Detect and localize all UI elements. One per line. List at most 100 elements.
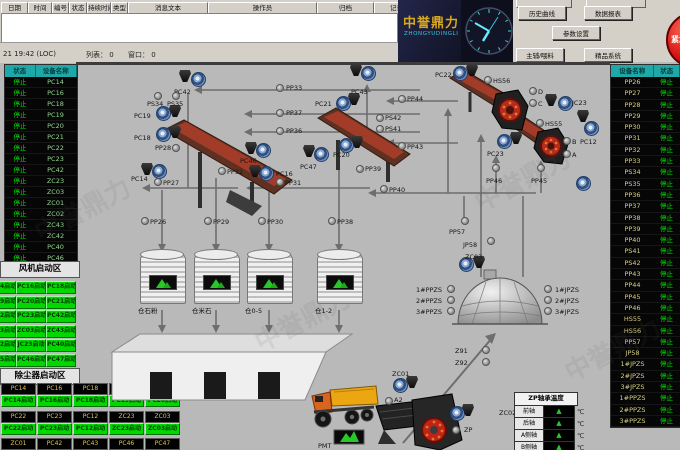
device-label-PC14: PC14 <box>131 175 148 183</box>
silo-window <box>256 275 284 290</box>
indicator-dot[interactable] <box>276 127 284 135</box>
indicator-dot[interactable] <box>537 164 545 172</box>
fan-icon[interactable] <box>497 134 512 149</box>
indicator-dot[interactable] <box>172 144 180 152</box>
indicator-dot[interactable] <box>276 84 284 92</box>
dump-truck <box>312 386 378 427</box>
silo-2 <box>194 252 240 304</box>
material-level-icon <box>270 282 278 288</box>
silo-window <box>149 275 177 290</box>
indicator-dot[interactable] <box>376 125 384 133</box>
indicator-dot[interactable] <box>452 426 460 434</box>
fan-icon[interactable] <box>453 66 468 81</box>
device-label-Z92: Z92 <box>455 359 468 367</box>
fan-icon[interactable] <box>558 96 573 111</box>
temp-row-label: 后轴 <box>514 418 544 430</box>
device-label-PP29: PP29 <box>213 218 229 226</box>
device-label-PP31: PP31 <box>285 179 301 187</box>
device-label-ZC01: ZC01 <box>392 370 409 378</box>
indicator-dot[interactable] <box>172 92 180 100</box>
fan-icon[interactable] <box>361 66 376 81</box>
material-box <box>334 430 364 444</box>
indicator-dot[interactable] <box>484 76 492 84</box>
indicator-dot[interactable] <box>398 95 406 103</box>
device-label-PP39: PP39 <box>365 165 381 173</box>
device-label-PP27: PP27 <box>163 179 179 187</box>
indicator-dot[interactable] <box>536 119 544 127</box>
device-label-PP36: PP36 <box>286 127 302 135</box>
indicator-dot[interactable] <box>563 137 571 145</box>
indicator-dot[interactable] <box>328 217 336 225</box>
fan-icon[interactable] <box>584 121 599 136</box>
indicator-dot[interactable] <box>544 296 552 304</box>
indicator-dot[interactable] <box>529 87 537 95</box>
indicator-dot[interactable] <box>276 109 284 117</box>
device-label-PP38: PP38 <box>337 218 353 226</box>
device-label-PC19: PC19 <box>134 112 151 120</box>
indicator-dot[interactable] <box>276 178 284 186</box>
indicator-dot[interactable] <box>482 358 490 366</box>
indicator-dot[interactable] <box>544 307 552 315</box>
indicator-dot[interactable] <box>563 150 571 158</box>
indicator-dot[interactable] <box>258 217 266 225</box>
fan-icon[interactable] <box>256 143 271 158</box>
device-label-PC47: PC47 <box>300 163 317 171</box>
indicator-dot[interactable] <box>544 285 552 293</box>
fan-icon[interactable] <box>314 147 329 162</box>
device-label-ZC03: ZC03 <box>465 253 482 261</box>
indicator-dot[interactable] <box>154 178 162 186</box>
indicator-dot[interactable] <box>447 296 455 304</box>
indicator-dot[interactable] <box>356 165 364 173</box>
temp-unit: ℃ <box>575 406 584 418</box>
indicator-dot[interactable] <box>487 237 495 245</box>
dome-storage <box>452 270 548 324</box>
device-label-PP26: PP26 <box>150 218 166 226</box>
fan-icon[interactable] <box>336 96 351 111</box>
indicator-dot[interactable] <box>398 142 406 150</box>
silo-3 <box>247 252 293 304</box>
device-label-PP30: PP30 <box>267 218 283 226</box>
temp-value-icon: ▲ <box>544 430 575 442</box>
fan-icon[interactable] <box>191 72 206 87</box>
indicator-dot[interactable] <box>492 164 500 172</box>
fan-icon[interactable] <box>393 378 408 393</box>
device-label-D: D <box>538 88 543 96</box>
indicator-dot[interactable] <box>461 217 469 225</box>
fan-icon[interactable] <box>152 164 167 179</box>
device-label-2#JPZS: 2#JPZS <box>555 297 579 305</box>
fan-icon[interactable] <box>576 176 591 191</box>
device-label-3#PPZS: 3#PPZS <box>416 308 442 316</box>
indicator-dot[interactable] <box>218 167 226 175</box>
indicator-dot[interactable] <box>447 307 455 315</box>
silo-4 <box>317 252 363 304</box>
device-label-1#PPZS: 1#PPZS <box>416 286 442 294</box>
indicator-dot[interactable] <box>385 397 393 405</box>
fan-icon[interactable] <box>156 106 171 121</box>
device-label-PP46: PP46 <box>486 177 502 185</box>
device-label-C: C <box>538 100 543 108</box>
indicator-dot[interactable] <box>482 346 490 354</box>
indicator-dot[interactable] <box>447 285 455 293</box>
warehouse-building <box>112 334 352 400</box>
device-label-PP43: PP43 <box>407 143 423 151</box>
temp-unit: ℃ <box>575 418 584 430</box>
device-label-PC16: PC16 <box>276 170 293 178</box>
fan-icon[interactable] <box>259 166 274 181</box>
device-label-PMT: PMT <box>318 442 332 450</box>
fan-icon[interactable] <box>156 127 171 142</box>
indicator-dot[interactable] <box>154 92 162 100</box>
device-label-PP28: PP28 <box>155 144 171 152</box>
silo-label: 仓石粉 <box>138 305 158 315</box>
device-label-PS35: PS35 <box>167 100 183 108</box>
device-label-PC20: PC20 <box>333 151 350 159</box>
device-label-PC21: PC21 <box>315 100 332 108</box>
indicator-dot[interactable] <box>529 99 537 107</box>
device-label-PP57: PP57 <box>449 228 465 236</box>
material-level-icon <box>340 282 348 288</box>
indicator-dot[interactable] <box>141 217 149 225</box>
device-label-PP32: PP32 <box>227 168 243 176</box>
device-label-PC22: PC22 <box>435 71 452 79</box>
indicator-dot[interactable] <box>204 217 212 225</box>
indicator-dot[interactable] <box>380 185 388 193</box>
indicator-dot[interactable] <box>376 114 384 122</box>
